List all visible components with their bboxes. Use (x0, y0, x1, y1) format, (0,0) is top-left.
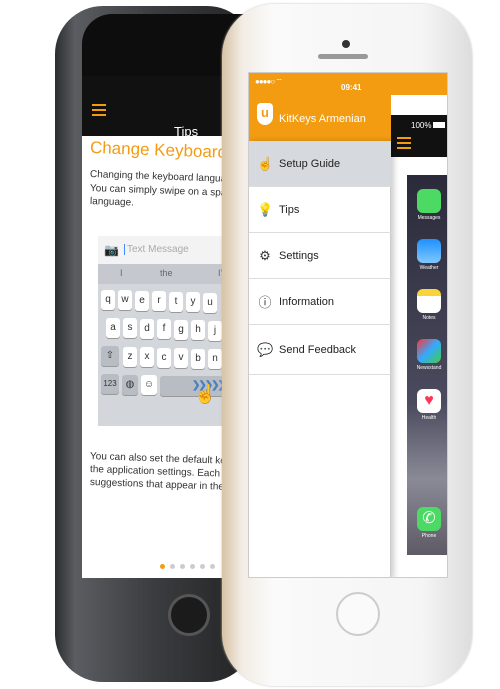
key: e (135, 291, 149, 311)
page-dot[interactable] (190, 564, 195, 569)
key: n (208, 349, 222, 369)
app-label: Newsstand (416, 365, 442, 371)
back-phone-home-button (168, 594, 210, 636)
numbers-key: 123 (101, 374, 119, 394)
key: w (118, 290, 132, 310)
drawer-header: u KitKeys Armenian (249, 95, 391, 141)
paragraph-line: language. (89, 196, 135, 209)
hand-pointer-icon: ☝ (257, 155, 274, 171)
menu-label: Send Feedback (279, 343, 357, 356)
clock: 09:41 (341, 83, 362, 92)
status-bar: ●●●●○ ⌔ 09:41 (249, 73, 447, 97)
battery-label: 100% (411, 121, 432, 130)
main-content-peek[interactable]: 100% Messages Weather Notes Newsstand ♥ H… (391, 95, 447, 577)
key: r (152, 291, 166, 311)
key: y (186, 292, 200, 312)
newsstand-app-icon (417, 339, 441, 363)
key: f (157, 319, 171, 339)
key: s (123, 318, 137, 338)
key: j (208, 321, 222, 341)
screen-title: Tips (174, 124, 199, 139)
menu-label: Setup Guide (279, 157, 341, 170)
menu-item-information[interactable]: ⓘ Information (249, 279, 391, 325)
key: b (191, 349, 205, 369)
app-title: KitKeys Armenian (279, 113, 366, 125)
info-icon: ⓘ (258, 295, 272, 310)
signal-icon: ●●●●○ ⌔ (255, 77, 283, 86)
battery-icon (433, 122, 445, 128)
page-dot[interactable] (160, 564, 165, 569)
front-phone-screen: ●●●●○ ⌔ 09:41 u KitKeys Armenian 100% Me… (248, 72, 448, 578)
gear-icon: ⚙ (259, 247, 271, 263)
page-dot[interactable] (180, 564, 185, 569)
lightbulb-icon: 💡 (257, 201, 274, 217)
key: g (174, 320, 188, 340)
key: h (191, 320, 205, 340)
app-label: Health (421, 415, 437, 421)
page-dot[interactable] (200, 564, 205, 569)
menu-item-settings[interactable]: ⚙ Settings (249, 233, 391, 279)
hamburger-menu-icon[interactable] (92, 104, 106, 116)
app-label: Notes (422, 315, 436, 321)
chat-bubble-icon: 💬 (257, 341, 274, 357)
menu-item-send-feedback[interactable]: 💬 Send Feedback (249, 325, 391, 375)
key: d (140, 319, 154, 339)
key: c (157, 348, 171, 368)
health-app-icon: ♥ (417, 389, 441, 413)
page-indicator[interactable] (160, 564, 215, 569)
notes-app-icon (417, 289, 441, 313)
message-input: Text Message (124, 244, 189, 255)
shift-key-icon: ⇧ (101, 346, 119, 366)
front-phone-home-button (336, 592, 380, 636)
weather-app-icon (417, 239, 441, 263)
menu-label: Settings (279, 249, 319, 262)
camera-icon: 📷 (104, 243, 119, 257)
earpiece (318, 54, 368, 59)
page-dot[interactable] (210, 564, 215, 569)
menu-label: Tips (279, 203, 300, 216)
key: t (169, 292, 183, 312)
globe-icon: ◍ (122, 375, 138, 395)
app-label: Phone (421, 533, 437, 539)
hamburger-menu-icon[interactable] (397, 137, 411, 149)
key: q (101, 290, 115, 310)
hand-swipe-icon: ☝ (194, 384, 217, 404)
menu-item-tips[interactable]: 💡 Tips (249, 187, 391, 233)
key: z (123, 347, 137, 367)
suggestion: the (160, 268, 173, 278)
menu-label: Information (279, 295, 335, 308)
ios-homescreen-illustration: Messages Weather Notes Newsstand ♥ Health… (407, 175, 447, 555)
app-label: Weather (419, 265, 439, 271)
front-camera (342, 40, 350, 48)
suggestion: I (120, 268, 123, 278)
navigation-drawer: ☝ Setup Guide 💡 Tips ⚙ Settings ⓘ Informatio… (249, 141, 391, 577)
page-dot[interactable] (170, 564, 175, 569)
phone-app-icon: ✆ (417, 507, 441, 531)
key: x (140, 347, 154, 367)
key: a (106, 318, 120, 338)
messages-app-icon (417, 189, 441, 213)
key: u (203, 293, 217, 313)
app-logo: u (257, 103, 273, 125)
emoji-icon: ☺ (141, 375, 157, 395)
app-label: Messages (417, 215, 441, 221)
menu-item-setup-guide[interactable]: ☝ Setup Guide (249, 141, 391, 187)
key: v (174, 348, 188, 368)
main-header: 100% (391, 115, 447, 157)
